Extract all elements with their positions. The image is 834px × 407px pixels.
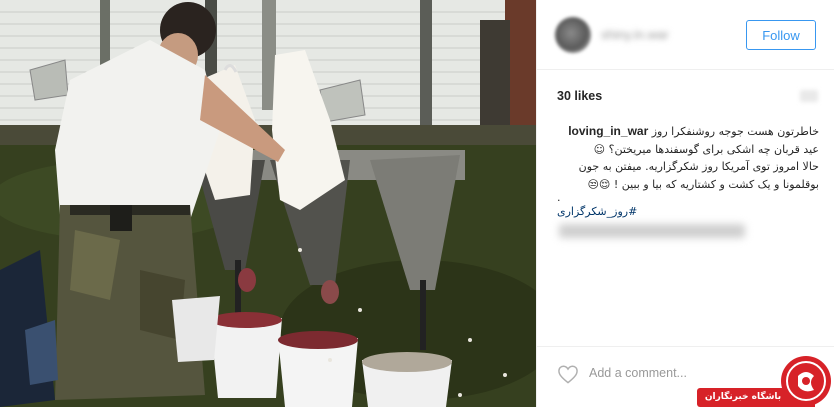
avatar[interactable] [555,17,591,53]
heart-icon[interactable] [557,364,579,384]
likes-count[interactable]: 30 likes [557,89,602,103]
caption-text-1: خاطرتون هست جوجه روشنفکرا روز [651,125,819,138]
post-header: shiny.in.war Follow [537,0,834,70]
instagram-post: shiny.in.war Follow 30 likes خاطرتون هست… [0,0,834,407]
username[interactable]: shiny.in.war [601,27,669,42]
caption-line-3: حالا امروز توی آمریکا روز شکرگزاریه. میف… [578,160,819,173]
caption-line-2: عید قربان چه اشکی برای گوسفندها میریختن؟… [593,142,819,156]
caption-dot: . [557,191,561,204]
hashtag-link[interactable]: #روز_شکرگزاری [557,203,819,221]
follow-button[interactable]: Follow [746,20,816,50]
comment-input[interactable]: Add a comment... [589,366,687,380]
post-side-panel: shiny.in.war Follow 30 likes خاطرتون هست… [536,0,834,407]
timestamp [800,90,818,102]
author-username[interactable]: loving_in_war [568,124,648,138]
caption-line-4: بوقلمونا و یک کشت و کشتاریه که بیا و ببی… [587,177,819,191]
watermark-text: باشگاه خبرنگاران [704,392,782,402]
caption-line-1: خاطرتون هست جوجه روشنفکرا روز loving_in_… [557,123,819,141]
blurred-comment [559,224,745,238]
watermark-logo-icon [781,356,831,406]
post-caption: خاطرتون هست جوجه روشنفکرا روز loving_in_… [557,123,819,221]
post-photo[interactable] [0,0,536,407]
post-photo-illustration [0,0,536,407]
